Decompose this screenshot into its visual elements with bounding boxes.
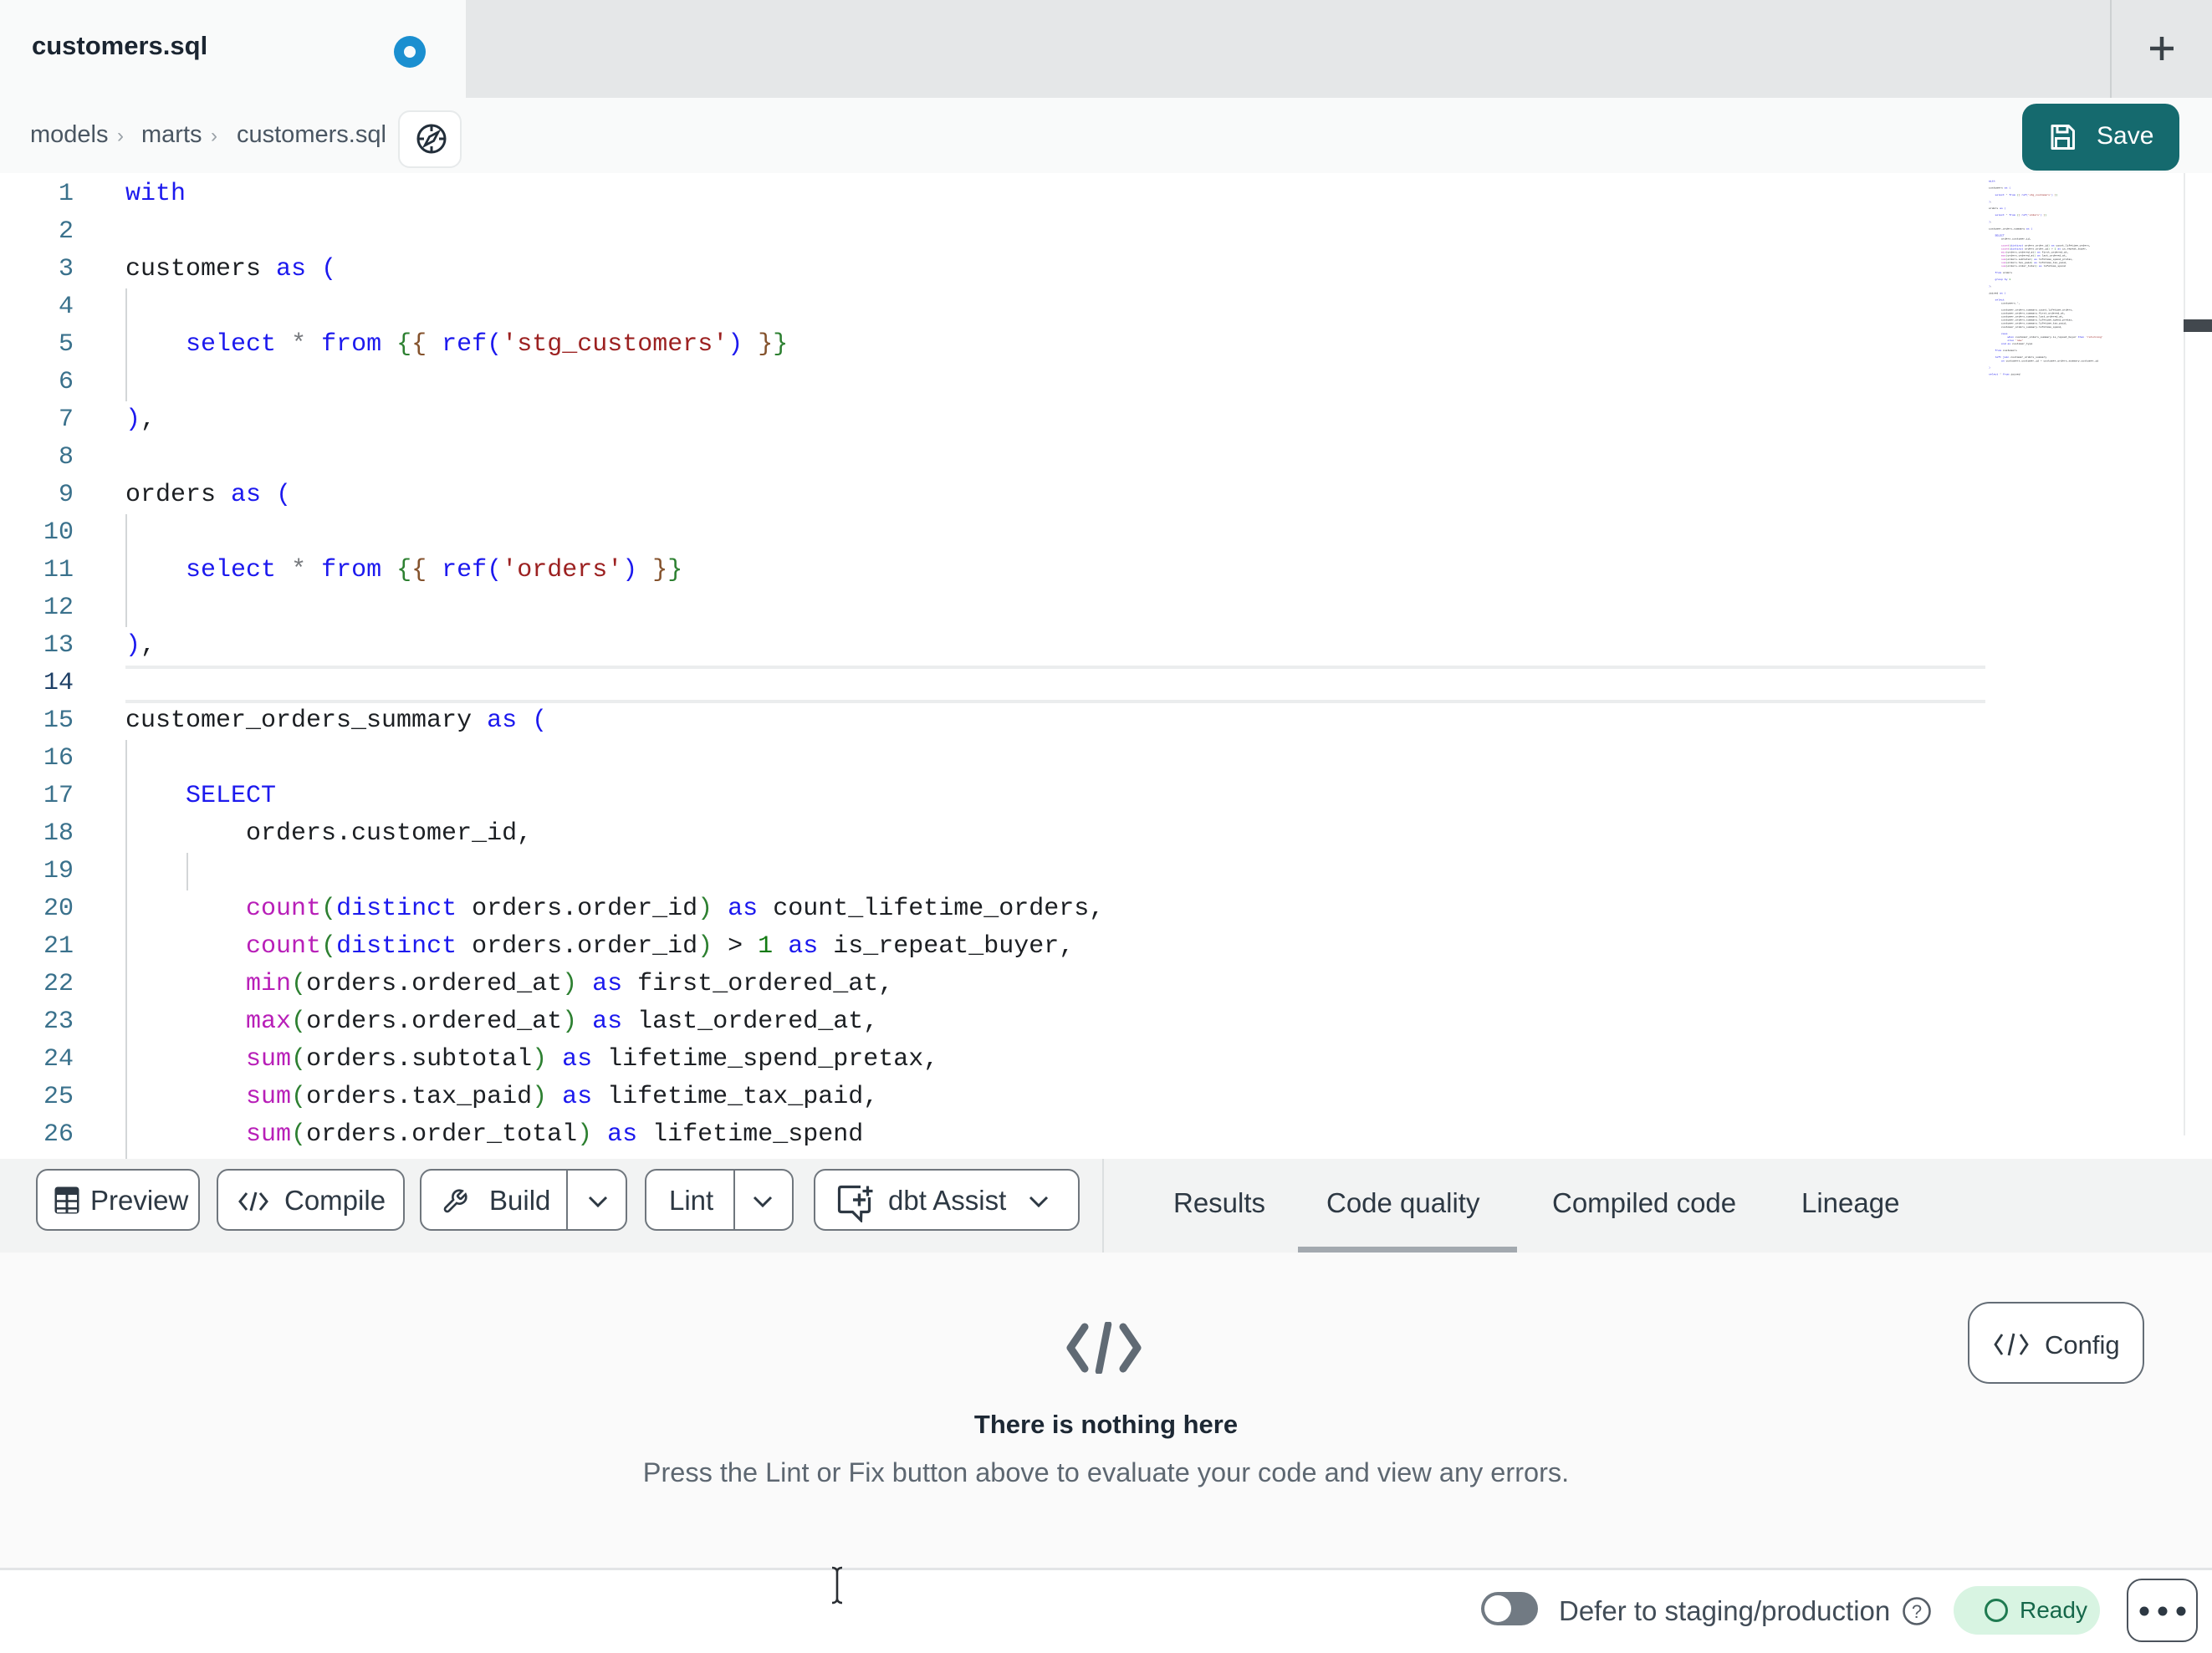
- svg-text:?: ?: [1912, 1601, 1922, 1622]
